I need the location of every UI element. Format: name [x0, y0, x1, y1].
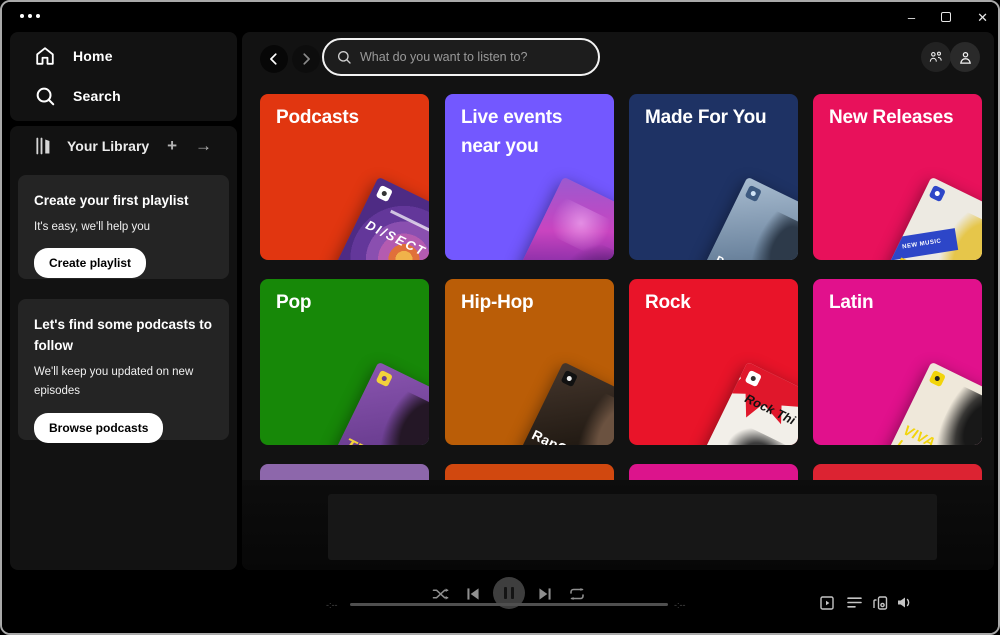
card-title: Latin	[829, 289, 958, 318]
category-card-rock[interactable]: Rock Rock Thi	[629, 279, 798, 445]
album-art-ribbon-text: NEW MUSIC	[887, 228, 958, 260]
album-art-text: TTH	[341, 435, 382, 445]
spotify-window: – ✕ Home Search Your Library + →	[0, 0, 1000, 635]
expand-library-arrow-icon[interactable]: →	[186, 136, 221, 156]
find-podcasts-subtitle: We'll keep you updated on new episodes	[34, 363, 213, 402]
titlebar: – ✕	[2, 2, 998, 32]
create-playlist-subtitle: It's easy, we'll help you	[34, 218, 213, 238]
album-logo-chip	[561, 370, 578, 387]
album-logo-chip	[376, 185, 393, 202]
next-track-button[interactable]	[539, 588, 552, 601]
create-playlist-title: Create your first playlist	[34, 191, 213, 212]
content-bottom-fade	[242, 480, 994, 570]
album-logo-chip	[929, 370, 946, 387]
sidebar-item-search[interactable]: Search	[10, 76, 237, 116]
card-title: Live events near you	[461, 104, 590, 161]
card-title: New Releases	[829, 104, 958, 133]
profile-button[interactable]	[950, 42, 980, 72]
album-art-text: Pop Mix	[714, 254, 757, 260]
latin-card-art: VIVA LATINO	[887, 362, 982, 445]
close-icon[interactable]: ✕	[977, 11, 988, 24]
sidebar-item-home[interactable]: Home	[10, 36, 237, 76]
card-title: Hip-Hop	[461, 289, 590, 318]
card-title: Made For You	[645, 104, 774, 133]
volume-icon[interactable]	[897, 596, 912, 609]
find-podcasts-title: Let's find some podcasts to follow	[34, 315, 213, 357]
main-panel: Podcasts DI/SECT Live events near you Ma…	[242, 32, 994, 570]
bottom-banner-placeholder	[328, 494, 937, 560]
search-icon	[34, 85, 56, 107]
live-events-card-art	[519, 177, 614, 260]
hip-hop-card-art: RapCavi Lil Baby	[519, 362, 614, 445]
maximize-icon[interactable]	[941, 12, 951, 22]
your-library-label[interactable]: Your Library	[67, 138, 158, 154]
podcasts-card-art: DI/SECT	[334, 177, 429, 260]
search-icon	[336, 49, 352, 65]
friend-activity-button[interactable]	[921, 42, 951, 72]
elapsed-time: -:--	[326, 600, 338, 610]
back-button[interactable]	[260, 45, 288, 73]
player-bar: -:-- -:--	[2, 570, 998, 633]
shuffle-button[interactable]	[433, 587, 450, 601]
search-bar[interactable]	[322, 38, 600, 76]
connect-device-icon[interactable]	[873, 596, 888, 610]
new-releases-card-art: NEW MUSIC FRIDAY	[887, 177, 982, 260]
queue-icon[interactable]	[847, 596, 862, 609]
category-card-live-events[interactable]: Live events near you	[445, 94, 614, 260]
card-title: Pop	[276, 289, 405, 318]
album-logo-chip	[929, 185, 946, 202]
main-topbar	[242, 32, 994, 88]
sidebar-library-panel: Your Library + → Create your first playl…	[10, 126, 237, 570]
card-title: Podcasts	[276, 104, 405, 133]
find-podcasts-card: Let's find some podcasts to follow We'll…	[18, 299, 229, 440]
made-for-you-card-art: Pop Mix	[703, 177, 798, 260]
forward-button[interactable]	[292, 45, 320, 73]
previous-track-button[interactable]	[467, 588, 480, 601]
now-playing-view-icon[interactable]	[820, 596, 834, 610]
create-playlist-button[interactable]: Create playlist	[34, 248, 146, 278]
rock-card-art: Rock Thi	[703, 362, 798, 445]
album-art-text: VIVA LATINO	[894, 423, 970, 445]
pop-card-art: TTH	[334, 362, 429, 445]
album-art-text: RapCavi	[529, 426, 588, 445]
category-card-made-for-you[interactable]: Made For You Pop Mix	[629, 94, 798, 260]
create-playlist-plus-icon[interactable]: +	[158, 136, 186, 156]
category-card-new-releases[interactable]: New Releases NEW MUSIC FRIDAY	[813, 94, 982, 260]
repeat-button[interactable]	[569, 587, 585, 601]
sidebar-home-label: Home	[73, 48, 113, 64]
library-icon[interactable]	[34, 136, 54, 156]
album-logo-chip	[376, 370, 393, 387]
minimize-icon[interactable]: –	[908, 11, 915, 24]
card-title: Rock	[645, 289, 774, 318]
app-menu-button[interactable]	[20, 14, 40, 18]
category-card-pop[interactable]: Pop TTH	[260, 279, 429, 445]
search-input[interactable]	[360, 50, 586, 64]
total-time: -:--	[674, 600, 686, 610]
category-card-hip-hop[interactable]: Hip-Hop RapCavi Lil Baby	[445, 279, 614, 445]
sidebar-search-label: Search	[73, 88, 121, 104]
home-icon	[34, 45, 56, 67]
progress-bar[interactable]	[350, 603, 668, 606]
browse-podcasts-button[interactable]: Browse podcasts	[34, 413, 163, 443]
sidebar-nav-panel: Home Search	[10, 32, 237, 121]
category-card-podcasts[interactable]: Podcasts DI/SECT	[260, 94, 429, 260]
category-card-latin[interactable]: Latin VIVA LATINO	[813, 279, 982, 445]
album-logo-chip	[745, 185, 762, 202]
create-playlist-card: Create your first playlist It's easy, we…	[18, 175, 229, 279]
